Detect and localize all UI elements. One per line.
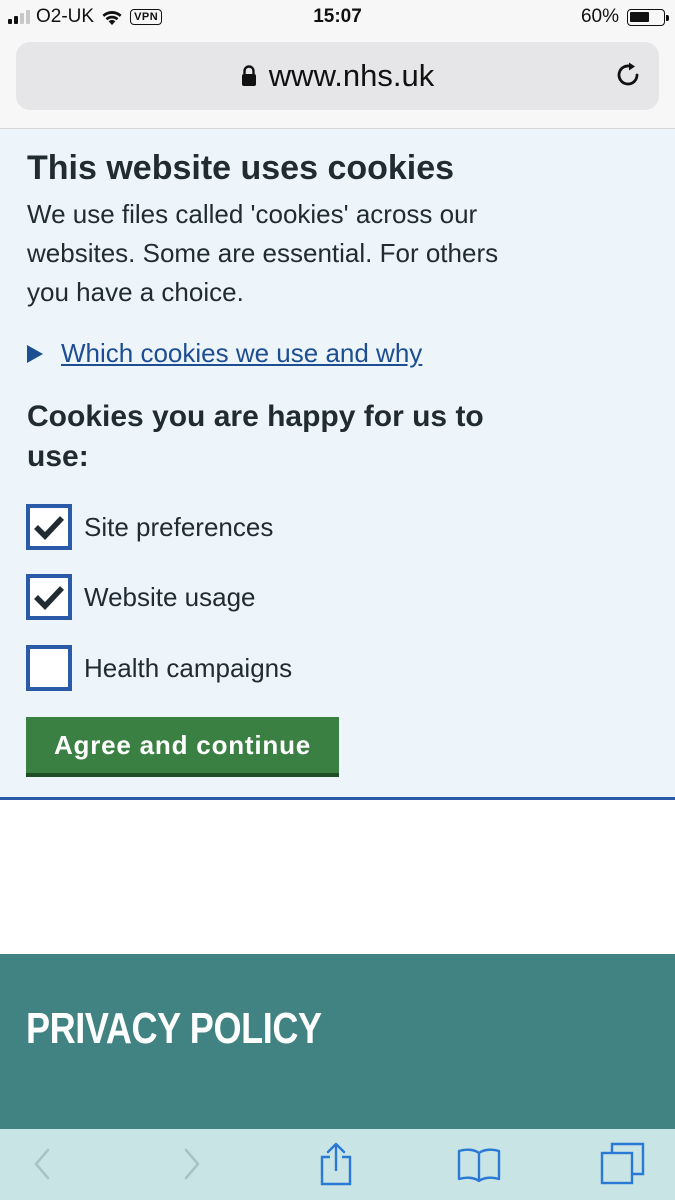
agree-and-continue-button[interactable]: Agree and continue bbox=[26, 717, 339, 777]
status-bar: O2-UK VPN 15:07 60% bbox=[0, 0, 675, 36]
browser-toolbar bbox=[0, 1129, 675, 1200]
browser-address-area: www.nhs.uk bbox=[0, 36, 675, 129]
site-preferences-label: Site preferences bbox=[84, 511, 274, 542]
cookie-details-link[interactable]: Which cookies we use and why bbox=[61, 338, 422, 369]
privacy-policy-section: PRIVACY POLICY bbox=[0, 954, 675, 1129]
address-display[interactable]: www.nhs.uk bbox=[16, 58, 659, 94]
health-campaigns-label: Health campaigns bbox=[84, 652, 293, 683]
share-icon[interactable] bbox=[313, 1141, 359, 1187]
lock-icon bbox=[241, 65, 256, 86]
battery-tip bbox=[666, 14, 669, 21]
cookie-banner-title: This website uses cookies bbox=[27, 149, 455, 187]
privacy-policy-title: PRIVACY POLICY bbox=[26, 1004, 322, 1053]
checkmark-icon bbox=[34, 586, 64, 610]
battery-percent: 60% bbox=[580, 6, 619, 27]
website-usage-checkbox[interactable] bbox=[26, 574, 72, 620]
cookie-option-website-usage[interactable]: Website usage bbox=[26, 574, 256, 620]
status-bar-right: 60% bbox=[580, 6, 669, 28]
cookie-option-site-preferences[interactable]: Site preferences bbox=[26, 504, 273, 550]
back-icon[interactable] bbox=[20, 1141, 66, 1187]
cookie-banner-description: We use files called 'cookies' across our… bbox=[27, 199, 499, 307]
page: O2-UK VPN 15:07 60% www.nhs.uk This webs… bbox=[0, 0, 675, 1200]
cookie-options-heading: Cookies you are happy for us to use: bbox=[27, 400, 484, 473]
disclosure-triangle-icon bbox=[27, 344, 43, 363]
cookie-details-toggle[interactable]: Which cookies we use and why bbox=[27, 338, 422, 369]
cookie-option-health-campaigns[interactable]: Health campaigns bbox=[26, 645, 292, 691]
health-campaigns-checkbox[interactable] bbox=[26, 645, 72, 691]
cookie-banner: This website uses cookies We use files c… bbox=[0, 129, 675, 800]
url-text: www.nhs.uk bbox=[268, 58, 435, 93]
address-bar[interactable]: www.nhs.uk bbox=[16, 42, 659, 110]
website-usage-label: Website usage bbox=[84, 581, 256, 612]
battery-fill bbox=[630, 11, 649, 22]
battery-icon bbox=[627, 8, 669, 26]
status-bar-time: 15:07 bbox=[313, 6, 362, 27]
forward-icon[interactable] bbox=[168, 1141, 214, 1187]
reload-icon[interactable] bbox=[613, 60, 643, 90]
tabs-icon[interactable] bbox=[600, 1141, 646, 1187]
checkmark-icon bbox=[34, 516, 64, 540]
site-preferences-checkbox[interactable] bbox=[26, 504, 72, 550]
bookmarks-icon[interactable] bbox=[456, 1141, 502, 1187]
